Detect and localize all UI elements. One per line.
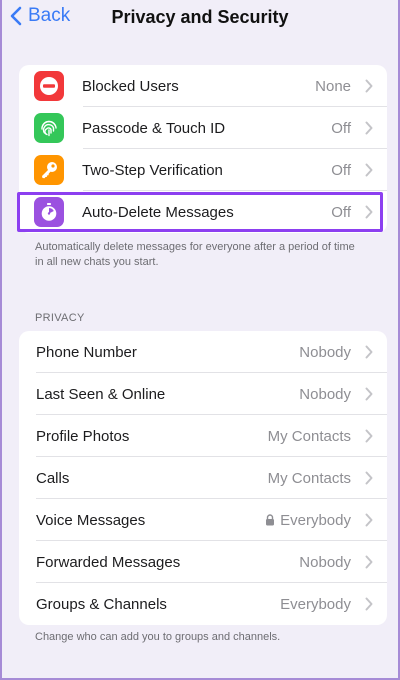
row-value: My Contacts bbox=[267, 427, 351, 445]
chevron-right-icon bbox=[365, 205, 373, 219]
timer-icon bbox=[34, 197, 64, 227]
row-value: My Contacts bbox=[267, 469, 351, 487]
groups-channels-footnote: Change who can add you to groups and cha… bbox=[35, 631, 281, 643]
row-value: None bbox=[315, 77, 351, 95]
chevron-right-icon bbox=[365, 597, 373, 611]
security-settings-group: Blocked Users None Passcode & Touch ID O… bbox=[19, 65, 387, 233]
chevron-right-icon bbox=[365, 121, 373, 135]
page-title: Privacy and Security bbox=[111, 7, 289, 27]
row-label: Groups & Channels bbox=[36, 595, 167, 613]
auto-delete-messages-row[interactable]: Auto-Delete Messages Off bbox=[19, 191, 387, 233]
passcode-touch-id-row[interactable]: Passcode & Touch ID Off bbox=[19, 107, 387, 149]
row-label: Forwarded Messages bbox=[36, 553, 181, 571]
key-icon bbox=[34, 155, 64, 185]
calls-row[interactable]: Calls My Contacts bbox=[19, 457, 387, 499]
chevron-right-icon bbox=[365, 429, 373, 443]
profile-photos-row[interactable]: Profile Photos My Contacts bbox=[19, 415, 387, 457]
row-value: Nobody bbox=[299, 553, 351, 571]
chevron-right-icon bbox=[365, 163, 373, 177]
row-label: Passcode & Touch ID bbox=[82, 119, 226, 137]
row-value: Nobody bbox=[299, 343, 351, 361]
navigation-bar: Back Privacy and Security bbox=[0, 0, 400, 34]
chevron-right-icon bbox=[365, 79, 373, 93]
row-value: Everybody bbox=[280, 595, 351, 613]
groups-channels-row[interactable]: Groups & Channels Everybody bbox=[19, 583, 387, 625]
row-label: Calls bbox=[36, 469, 70, 487]
row-value: Off bbox=[331, 203, 351, 221]
chevron-right-icon bbox=[365, 471, 373, 485]
row-label: Voice Messages bbox=[36, 511, 146, 529]
blocked-users-row[interactable]: Blocked Users None bbox=[19, 65, 387, 107]
row-label: Blocked Users bbox=[82, 77, 179, 95]
two-step-verification-row[interactable]: Two-Step Verification Off bbox=[19, 149, 387, 191]
row-label: Two-Step Verification bbox=[82, 161, 223, 179]
chevron-right-icon bbox=[365, 513, 373, 527]
row-value-with-lock: Everybody bbox=[265, 512, 351, 529]
row-label: Profile Photos bbox=[36, 427, 130, 445]
lock-icon bbox=[266, 514, 275, 526]
chevron-right-icon bbox=[365, 555, 373, 569]
forwarded-messages-row[interactable]: Forwarded Messages Nobody bbox=[19, 541, 387, 583]
phone-number-row[interactable]: Phone Number Nobody bbox=[19, 331, 387, 373]
privacy-section-header: PRIVACY bbox=[35, 312, 85, 324]
row-value-text: Everybody bbox=[280, 511, 351, 529]
chevron-right-icon bbox=[365, 345, 373, 359]
blocked-icon bbox=[34, 71, 64, 101]
row-label: Last Seen & Online bbox=[36, 385, 166, 403]
row-value: Off bbox=[331, 119, 351, 137]
privacy-settings-group: Phone Number Nobody Last Seen & Online N… bbox=[19, 331, 387, 625]
fingerprint-icon bbox=[34, 113, 64, 143]
row-label: Phone Number bbox=[36, 343, 137, 361]
row-value: Nobody bbox=[299, 385, 351, 403]
window-frame-left bbox=[0, 0, 2, 680]
auto-delete-footnote: Automatically delete messages for everyo… bbox=[35, 241, 355, 268]
voice-messages-row[interactable]: Voice Messages Everybody bbox=[19, 499, 387, 541]
last-seen-online-row[interactable]: Last Seen & Online Nobody bbox=[19, 373, 387, 415]
row-label: Auto-Delete Messages bbox=[82, 203, 234, 221]
chevron-right-icon bbox=[365, 387, 373, 401]
row-value: Off bbox=[331, 161, 351, 179]
